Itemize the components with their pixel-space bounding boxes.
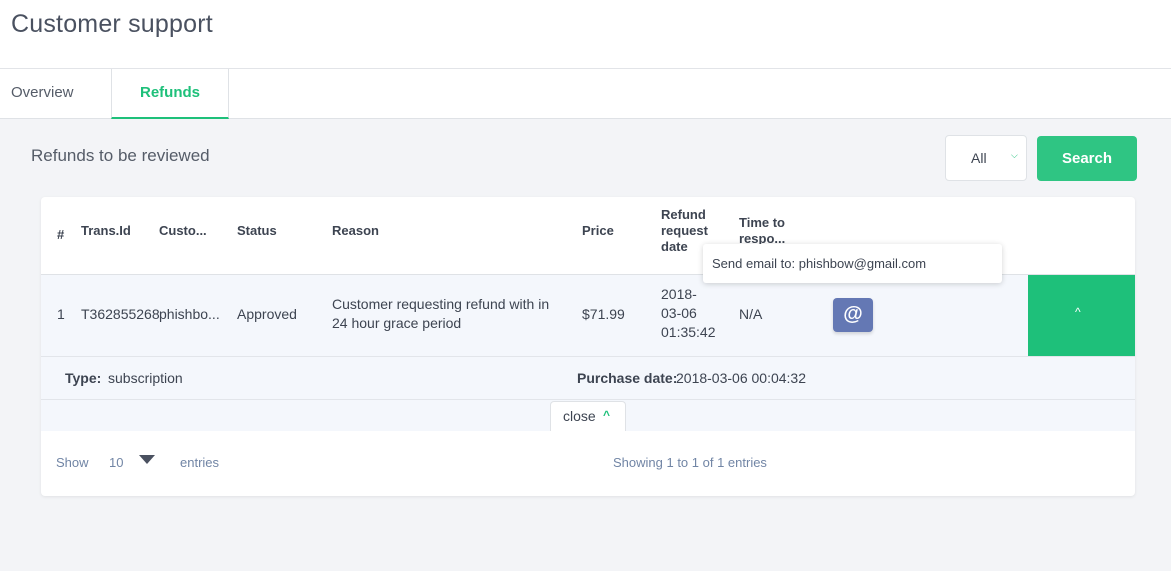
show-label: Show	[56, 455, 89, 470]
entries-per-page-value: 10	[109, 455, 124, 470]
close-label: close	[563, 408, 596, 424]
tooltip-text: Send email to: phishbow@gmail.com	[712, 256, 927, 271]
status-filter-select[interactable]: All ⌵	[945, 135, 1027, 181]
caret-down-icon	[139, 455, 155, 464]
status-filter-value: All	[971, 150, 987, 166]
entries-per-page-select[interactable]: 10	[101, 449, 163, 475]
search-button[interactable]: Search	[1037, 136, 1137, 181]
close-details-button[interactable]: close ^	[550, 401, 626, 431]
col-header-num: #	[57, 227, 65, 242]
cell-customer: phishbo...	[159, 306, 220, 322]
chevron-up-icon: ^	[603, 408, 611, 422]
collapse-row-button[interactable]: ^	[1028, 275, 1135, 356]
purchase-date-value: 2018-03-06 00:04:32	[676, 370, 806, 386]
chevron-down-icon: ⌵	[1011, 150, 1018, 160]
entries-label: entries	[180, 455, 220, 470]
table-row[interactable]: 1 T362855268 phishbo... Approved Custome…	[41, 275, 1135, 356]
col-header-price[interactable]: Price	[582, 223, 614, 239]
col-header-status[interactable]: Status	[237, 223, 277, 239]
close-strip: close ^	[41, 400, 1135, 431]
cell-trans-id: T362855268	[81, 306, 160, 322]
chevron-up-icon: ^	[1075, 305, 1081, 319]
col-header-trans-id[interactable]: Trans.Id	[81, 223, 131, 239]
pagination-summary: Showing 1 to 1 of 1 entries	[613, 455, 767, 470]
col-header-reason[interactable]: Reason	[332, 223, 379, 239]
purchase-date-label: Purchase date:	[577, 370, 678, 386]
cell-refund-date: 2018-03-06 01:35:42	[661, 286, 716, 340]
row-detail-panel: Type: subscription Purchase date: 2018-0…	[41, 356, 1135, 400]
col-header-customer[interactable]: Custo...	[159, 223, 207, 239]
page-header: Customer support	[0, 0, 1171, 69]
at-sign-icon: @	[843, 303, 863, 325]
type-value: subscription	[108, 370, 183, 386]
cell-price: $71.99	[582, 306, 625, 322]
cell-status: Approved	[237, 306, 297, 322]
tab-bar: Overview Refunds	[0, 69, 1171, 119]
send-email-tooltip: Send email to: phishbow@gmail.com	[703, 244, 1002, 283]
col-header-time-to-respond[interactable]: Time to respo...	[739, 215, 799, 247]
page-title: Customer support	[11, 10, 213, 38]
tab-refunds[interactable]: Refunds	[111, 69, 229, 119]
tab-overview[interactable]: Overview	[0, 69, 111, 119]
send-email-button[interactable]: @	[833, 298, 873, 332]
cell-time-to-respond: N/A	[739, 306, 763, 322]
cell-reason: Customer requesting refund with in 24 ho…	[332, 296, 550, 331]
type-label: Type:	[65, 370, 102, 386]
section-title: Refunds to be reviewed	[31, 146, 210, 165]
refunds-table-card: # Trans.Id Custo... Status Reason Price …	[41, 197, 1135, 496]
cell-num: 1	[57, 306, 65, 322]
